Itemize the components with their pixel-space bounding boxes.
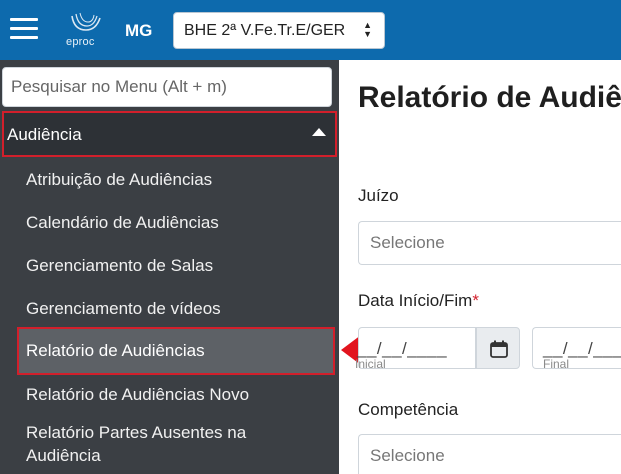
calendar-icon xyxy=(490,340,508,358)
date-label-text: Data Início/Fim xyxy=(358,291,473,310)
eproc-logo[interactable]: eproc xyxy=(64,10,104,50)
date-end-hint: Final xyxy=(543,357,570,371)
competencia-select[interactable]: Selecione xyxy=(358,434,621,474)
sidebar-item-partes-ausentes-line2[interactable]: Audiência xyxy=(26,444,101,467)
sidebar-item-relatorio-novo[interactable]: Relatório de Audiências Novo xyxy=(26,383,249,406)
competencia-label: Competência xyxy=(358,400,459,419)
unit-select[interactable]: BHE 2ª V.Fe.Tr.E/GER ▲ ▼ xyxy=(173,12,385,49)
caret-up-icon xyxy=(312,128,326,136)
eproc-logo-icon xyxy=(71,12,101,31)
date-end-mask: __/__/____ xyxy=(543,339,621,358)
date-start-mask: __/__/____ xyxy=(357,339,448,358)
date-end-input[interactable]: __/__/____ Final xyxy=(532,327,621,371)
sidebar-item-calendario[interactable]: Calendário de Audiências xyxy=(26,211,219,234)
competencia-select-placeholder: Selecione xyxy=(370,446,445,465)
sidebar-item-videos[interactable]: Gerenciamento de vídeos xyxy=(26,297,221,320)
top-bar: eproc MG BHE 2ª V.Fe.Tr.E/GER ▲ ▼ xyxy=(0,0,621,60)
date-label: Data Início/Fim* xyxy=(358,291,479,311)
sidebar: Audiência Atribuição de Audiências Calen… xyxy=(0,60,339,474)
sidebar-item-label: Relatório de Audiências xyxy=(26,341,205,360)
hamburger-menu-icon[interactable] xyxy=(10,18,38,40)
date-start-input[interactable]: __/__/____ Inicial xyxy=(355,327,476,371)
menu-section-label: Audiência xyxy=(7,125,82,144)
unit-select-value: BHE 2ª V.Fe.Tr.E/GER xyxy=(184,22,346,39)
menu-search-input[interactable] xyxy=(2,67,332,107)
sidebar-item-relatorio[interactable]: Relatório de Audiências xyxy=(17,327,335,375)
date-start-hint: Inicial xyxy=(355,357,386,371)
juizo-select[interactable]: Selecione xyxy=(358,221,621,265)
juizo-select-placeholder: Selecione xyxy=(370,233,445,252)
menu-section-audiencia[interactable]: Audiência xyxy=(2,111,337,157)
required-marker: * xyxy=(472,291,479,310)
page-title: Relatório de Audiê xyxy=(358,81,621,114)
sidebar-item-salas[interactable]: Gerenciamento de Salas xyxy=(26,254,213,277)
select-arrows-icon: ▲ ▼ xyxy=(363,20,372,39)
juizo-label: Juízo xyxy=(358,186,399,205)
state-label: MG xyxy=(125,21,153,40)
sidebar-item-partes-ausentes[interactable]: Relatório Partes Ausentes na xyxy=(26,421,246,444)
sidebar-item-atribuicao[interactable]: Atribuição de Audiências xyxy=(26,168,212,191)
calendar-button[interactable] xyxy=(476,327,520,369)
logo-text: eproc xyxy=(66,36,95,48)
